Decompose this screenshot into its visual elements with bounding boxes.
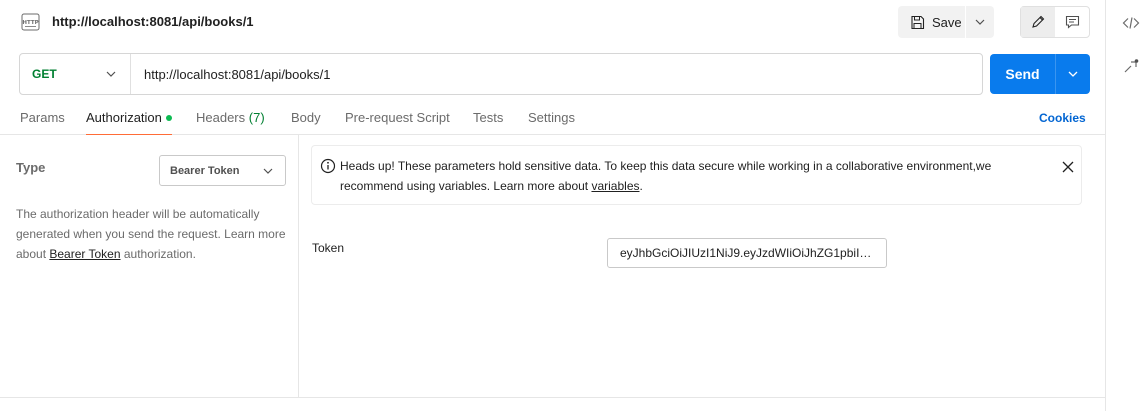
banner-text-suffix: .: [639, 179, 643, 193]
bearer-token-link[interactable]: Bearer Token: [49, 247, 120, 261]
send-button[interactable]: Send: [990, 54, 1056, 94]
tab-authorization[interactable]: Authorization: [86, 110, 172, 135]
banner-message: Heads up! These parameters hold sensitiv…: [340, 156, 1040, 196]
banner-text: Heads up! These parameters hold sensitiv…: [340, 159, 992, 193]
auth-type-select[interactable]: Bearer Token: [159, 155, 286, 186]
pencil-icon: [1031, 15, 1045, 29]
chevron-down-icon: [975, 19, 985, 25]
auth-description: The authorization header will be automat…: [16, 204, 286, 264]
tab-pre-request-script[interactable]: Pre-request Script: [345, 110, 450, 135]
request-tabs: Params Authorization Headers (7) Body Pr…: [0, 104, 1105, 135]
info-icon: [320, 158, 336, 174]
response-divider: [0, 397, 1105, 398]
variables-link[interactable]: variables: [591, 179, 639, 193]
tab-headers-label: Headers: [196, 110, 246, 125]
tab-params[interactable]: Params: [20, 110, 65, 135]
auth-desc-suffix: authorization.: [120, 247, 196, 261]
http-icon: HTTP: [20, 11, 42, 33]
request-header: HTTP http://localhost:8081/api/books/1 S…: [0, 0, 1105, 44]
save-button-group: Save: [898, 6, 994, 38]
url-input[interactable]: http://localhost:8081/api/books/1: [131, 54, 982, 94]
method-label: GET: [32, 67, 57, 81]
chevron-down-icon: [263, 168, 273, 174]
chevron-down-icon: [106, 71, 116, 77]
right-sidebar: [1105, 0, 1147, 411]
tab-settings[interactable]: Settings: [528, 110, 575, 135]
comment-icon: [1065, 15, 1080, 29]
svg-text:HTTP: HTTP: [22, 20, 38, 26]
send-button-group: Send: [990, 54, 1090, 94]
auth-type-label: Type: [16, 160, 46, 175]
status-dot: [165, 114, 172, 121]
save-icon: [910, 15, 925, 30]
edit-button[interactable]: [1021, 7, 1055, 37]
cookies-link[interactable]: Cookies: [1039, 111, 1086, 125]
auth-type-value: Bearer Token: [170, 164, 240, 177]
token-value: eyJhbGciOiJIUzI1NiJ9.eyJzdWIiOiJhZG1pbiI…: [620, 246, 874, 260]
tab-headers-count: (7): [248, 110, 265, 125]
save-label: Save: [932, 14, 962, 30]
related-collections-icon[interactable]: [1122, 58, 1140, 76]
request-title[interactable]: http://localhost:8081/api/books/1: [52, 14, 254, 29]
tab-tests[interactable]: Tests: [473, 110, 503, 135]
sensitive-data-banner: Heads up! These parameters hold sensitiv…: [311, 145, 1082, 205]
url-bar: GET http://localhost:8081/api/books/1: [19, 53, 983, 95]
view-toggle-group: [1020, 6, 1090, 38]
close-icon[interactable]: [1061, 160, 1075, 174]
tab-authorization-label: Authorization: [86, 110, 162, 125]
send-options-button[interactable]: [1056, 54, 1090, 94]
auth-type-panel: Type Bearer Token The authorization head…: [0, 135, 299, 397]
code-icon[interactable]: [1122, 14, 1140, 32]
save-options-button[interactable]: [966, 6, 994, 38]
token-label: Token: [312, 241, 345, 255]
tab-headers[interactable]: Headers (7): [196, 110, 265, 135]
token-input[interactable]: eyJhbGciOiJIUzI1NiJ9.eyJzdWIiOiJhZG1pbiI…: [607, 238, 887, 268]
save-button[interactable]: Save: [898, 6, 966, 38]
tab-body[interactable]: Body: [291, 110, 321, 135]
method-select[interactable]: GET: [20, 54, 131, 94]
chevron-down-icon: [1068, 71, 1078, 77]
comments-button[interactable]: [1055, 7, 1089, 37]
